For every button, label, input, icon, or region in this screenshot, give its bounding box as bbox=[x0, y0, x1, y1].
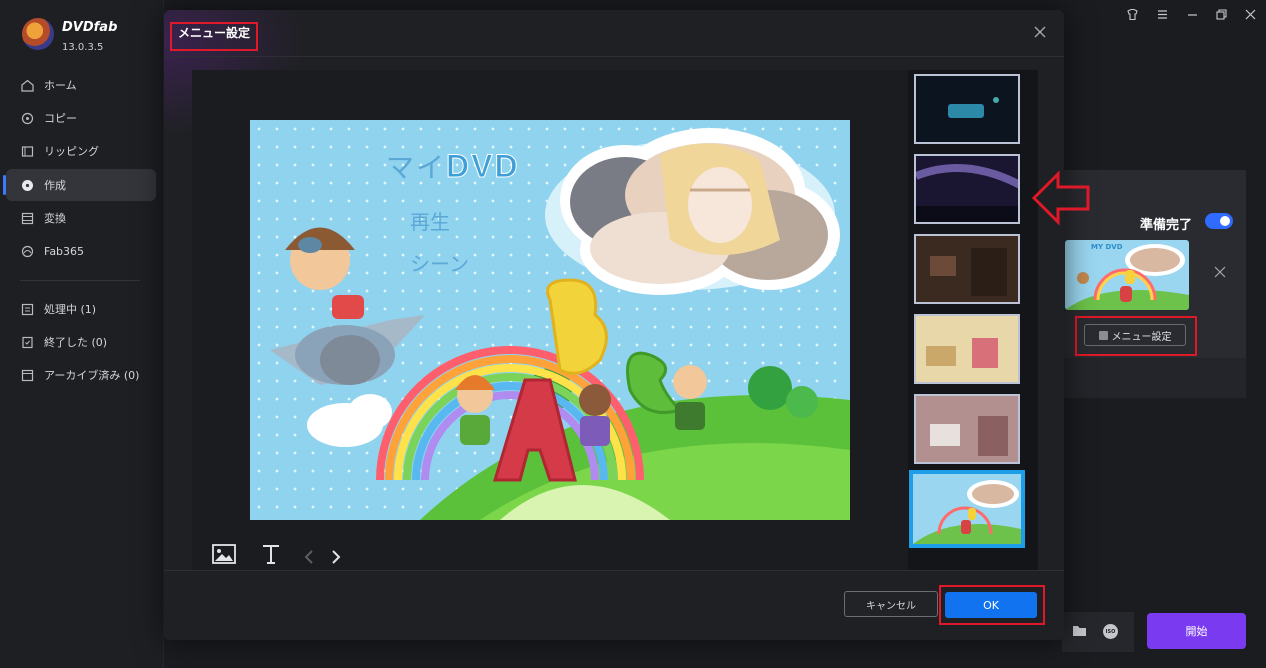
sidebar-item-label: アーカイブ済み (0) bbox=[44, 369, 140, 382]
task-menu-thumbnail: MY DVD bbox=[1065, 240, 1189, 310]
template-thumbnail[interactable] bbox=[914, 394, 1020, 464]
sidebar-item-fab365[interactable]: Fab365 bbox=[6, 235, 156, 267]
archive-icon bbox=[20, 368, 34, 382]
menu-icon[interactable] bbox=[1154, 8, 1170, 24]
minimize-icon[interactable] bbox=[1184, 8, 1200, 24]
sidebar-item-label: ホーム bbox=[44, 79, 77, 92]
sidebar-item-finished[interactable]: 終了した (0) bbox=[6, 326, 156, 358]
preview-play-button[interactable]: 再生 bbox=[410, 206, 450, 235]
template-list[interactable] bbox=[908, 70, 1038, 570]
template-thumbnail[interactable] bbox=[914, 234, 1020, 304]
restore-icon[interactable] bbox=[1213, 8, 1229, 24]
ready-label: 準備完了 bbox=[1140, 218, 1193, 233]
convert-icon bbox=[20, 211, 34, 225]
cancel-button[interactable]: キャンセル bbox=[844, 591, 938, 617]
sidebar-item-ripper[interactable]: リッピング bbox=[6, 135, 156, 167]
menu-settings-dialog: メニュー設定 マイDVD 再生 シーン キャンセル OK bbox=[164, 10, 1090, 640]
brand-name: DVDfab bbox=[62, 20, 118, 35]
sidebar-item-creator[interactable]: 作成 bbox=[3, 169, 156, 201]
folder-icon[interactable] bbox=[1072, 624, 1087, 641]
preview-menu-title[interactable]: マイDVD bbox=[386, 146, 520, 186]
text-icon[interactable] bbox=[262, 544, 280, 570]
iso-icon[interactable]: ISO bbox=[1103, 624, 1118, 639]
sidebar-item-copy[interactable]: コピー bbox=[6, 102, 156, 134]
sidebar-item-label: 終了した (0) bbox=[44, 336, 108, 349]
sidebar-item-convert[interactable]: 変換 bbox=[6, 202, 156, 234]
preview-scene-button[interactable]: シーン bbox=[410, 248, 469, 277]
start-button[interactable]: 開始 bbox=[1147, 613, 1246, 649]
home-icon bbox=[20, 78, 34, 92]
template-thumbnail[interactable] bbox=[914, 154, 1020, 224]
processing-icon bbox=[20, 302, 34, 316]
close-window-icon[interactable] bbox=[1242, 8, 1258, 24]
sidebar-item-label: Fab365 bbox=[44, 244, 85, 258]
dialog-footer-divider bbox=[164, 570, 1064, 571]
close-dialog-icon[interactable] bbox=[1034, 23, 1046, 42]
previous-page-icon[interactable] bbox=[304, 546, 314, 571]
sidebar-item-home[interactable]: ホーム bbox=[6, 69, 156, 101]
finished-icon bbox=[20, 335, 34, 349]
sidebar-divider bbox=[20, 280, 140, 281]
ripper-icon bbox=[20, 144, 34, 158]
sidebar-item-label: リッピング bbox=[44, 145, 99, 158]
image-icon[interactable] bbox=[212, 544, 236, 570]
menu-preview-canvas[interactable]: マイDVD 再生 シーン bbox=[250, 120, 850, 520]
highlight-box-title bbox=[170, 22, 258, 51]
sidebar-item-archived[interactable]: アーカイブ済み (0) bbox=[6, 359, 156, 391]
highlight-box-menu-settings bbox=[1075, 316, 1197, 356]
sidebar-item-label: コピー bbox=[44, 112, 77, 125]
next-page-icon[interactable] bbox=[331, 546, 341, 571]
copy-icon bbox=[20, 111, 34, 125]
creator-icon bbox=[20, 178, 34, 192]
sidebar-item-label: 作成 bbox=[44, 179, 66, 192]
dialog-header-divider bbox=[164, 56, 1064, 57]
sidebar-item-processing[interactable]: 処理中 (1) bbox=[6, 293, 156, 325]
sidebar-item-label: 処理中 (1) bbox=[44, 303, 97, 316]
template-thumbnail[interactable] bbox=[914, 74, 1020, 144]
skin-icon[interactable] bbox=[1124, 8, 1140, 24]
sidebar: DVDfab 13.0.3.5 ホーム コピー リッピング 作成 変換 Fab3… bbox=[0, 0, 164, 668]
ready-toggle[interactable] bbox=[1205, 213, 1233, 229]
remove-task-icon[interactable] bbox=[1214, 266, 1226, 282]
svg-text:MY DVD: MY DVD bbox=[1091, 243, 1123, 251]
highlight-box-ok bbox=[939, 585, 1045, 625]
sidebar-item-label: 変換 bbox=[44, 212, 66, 225]
template-thumbnail-selected[interactable] bbox=[909, 470, 1025, 548]
menu-preview-area: マイDVD 再生 シーン bbox=[192, 70, 908, 570]
preview-title-dvd: DVD bbox=[446, 148, 520, 185]
red-arrow-pointer bbox=[1031, 170, 1090, 230]
app-version: 13.0.3.5 bbox=[62, 42, 104, 53]
dvdfab-logo bbox=[22, 18, 54, 50]
fab365-icon bbox=[20, 244, 34, 258]
task-card-footer bbox=[1064, 358, 1246, 398]
preview-title-jp: マイ bbox=[386, 151, 447, 184]
template-thumbnail[interactable] bbox=[914, 314, 1020, 384]
